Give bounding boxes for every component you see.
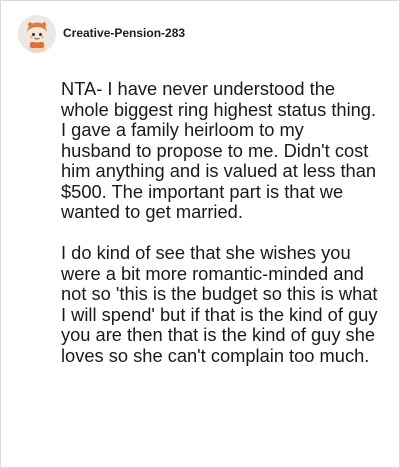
- username[interactable]: Creative-Pension-283: [63, 26, 185, 40]
- comment-body: NTA- I have never understood the whole b…: [61, 78, 379, 366]
- comment-card: Creative-Pension-283 NTA- I have never u…: [0, 0, 400, 468]
- comment-header: Creative-Pension-283: [18, 15, 185, 53]
- snoo-avatar-icon[interactable]: [18, 15, 56, 53]
- comment-paragraph: I do kind of see that she wishes you wer…: [61, 242, 378, 366]
- comment-paragraph: NTA- I have never understood the whole b…: [61, 78, 377, 222]
